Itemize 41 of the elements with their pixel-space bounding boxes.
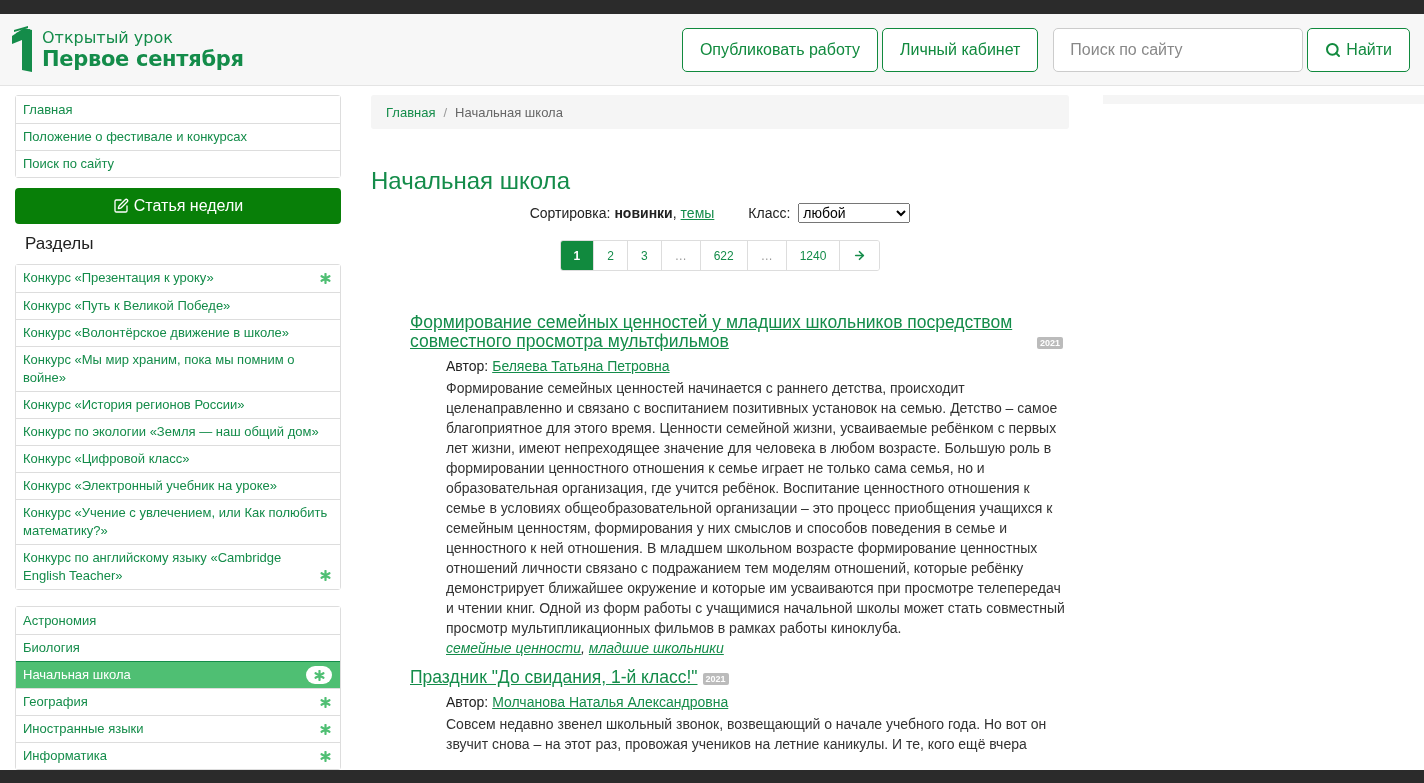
search-field[interactable]: Поиск по сайту	[1053, 27, 1304, 72]
article-title[interactable]: Праздник "До свидания, 1-й класс!"	[410, 668, 698, 687]
class-label: Класс:	[748, 205, 791, 221]
class-select[interactable]: любой	[798, 203, 911, 223]
year-badge: 2021	[1037, 336, 1064, 349]
sections-heading: Разделы	[24, 232, 95, 255]
sidebar-item[interactable]: Информатика	[16, 742, 340, 769]
breadcrumb-current: Начальная школа	[455, 104, 563, 120]
breadcrumb-separator: /	[443, 104, 448, 120]
year-badge: 2021	[702, 672, 729, 685]
sort-label: Сортировка:	[529, 205, 611, 221]
author-link[interactable]: Молчанова Наталья Александровна	[492, 692, 729, 712]
article-title[interactable]: Формирование семейных ценностей у младших школьников посредством совместного просмотра мультфильмов	[410, 313, 1032, 351]
next-page-button[interactable]	[839, 241, 880, 270]
author-label: Автор:	[446, 693, 489, 712]
page-title: Начальная школа	[371, 167, 571, 195]
arrow-right-icon	[853, 249, 867, 262]
search-icon	[1325, 41, 1342, 58]
header-button[interactable]: Личный кабинет	[881, 27, 1039, 72]
author-label: Автор:	[446, 357, 489, 376]
sort-option[interactable]: темы	[680, 205, 715, 221]
logo-subtitle: Открытый урок	[42, 27, 174, 47]
sort-option[interactable]: новинки	[614, 205, 673, 221]
edit-icon	[112, 197, 129, 214]
sidebar-item[interactable]: Начальная школа	[16, 661, 340, 688]
author-link[interactable]: Беляева Татьяна Петровна	[492, 356, 670, 376]
tag-link[interactable]: семейные ценности	[446, 638, 581, 658]
tag-link[interactable]: младшие школьники	[588, 638, 724, 658]
header-button[interactable]: Опубликовать работу	[681, 27, 878, 72]
logo-title: Первое сентября	[42, 46, 244, 72]
article-summary: Формирование семейных ценностей начинается с раннего детства, происходит целенаправленно и связано с воспитанием позитивных установок на семью. Детство – самое благоприятное для этого время. Ценности семейной жизни, усваиваемые ребёнком с первых лет жизни, имеют непреходящее значение для человека в любом возрасте. Большую роль в формировании ценностного отношения к семье играет не только сама семья, но и образовательная организация, где учится ребёнок. Воспитание ценностного отношения к семье в условиях общеобразовательной организации – это процесс приобщения учащихся к семейным ценностям, формирования у них смыслов и способов поведения в семье и ценностного к ней отношения. В младшем школьном возрасте формирование ценностных отношений личности связано с подражанием тем моделям отношений, которые ребёнку демонстрирует ближайшее окружение и которые им усваиваются при просмотре телепередач и чтении книг. Одной из форм работы с учащимися начальной школы может стать совместный просмотр мультипликационных фильмов в рамках работы киноклуба.	[446, 379, 1066, 638]
logo-icon	[10, 25, 34, 74]
page-link[interactable]: 1	[560, 241, 594, 270]
breadcrumb-link[interactable]: Главная	[386, 104, 436, 120]
article-of-week-button[interactable]: Статья недели	[15, 188, 341, 224]
sidebar-item[interactable]: Конкурс по английскому языку «Cambridge English Teacher»	[16, 543, 340, 589]
search-button[interactable]: Найти	[1307, 27, 1410, 72]
article-summary: Совсем недавно звенел школьный звонок, возвещающий о начале учебного года. Но вот он звучит снова – на этот раз, провожая учеников на летние каникулы. И те, кого ещё вчера	[446, 715, 1048, 754]
sidebar-link[interactable]: Поиск по сайту	[16, 150, 340, 177]
separator: ,	[672, 205, 677, 221]
separator: ,	[580, 639, 585, 658]
